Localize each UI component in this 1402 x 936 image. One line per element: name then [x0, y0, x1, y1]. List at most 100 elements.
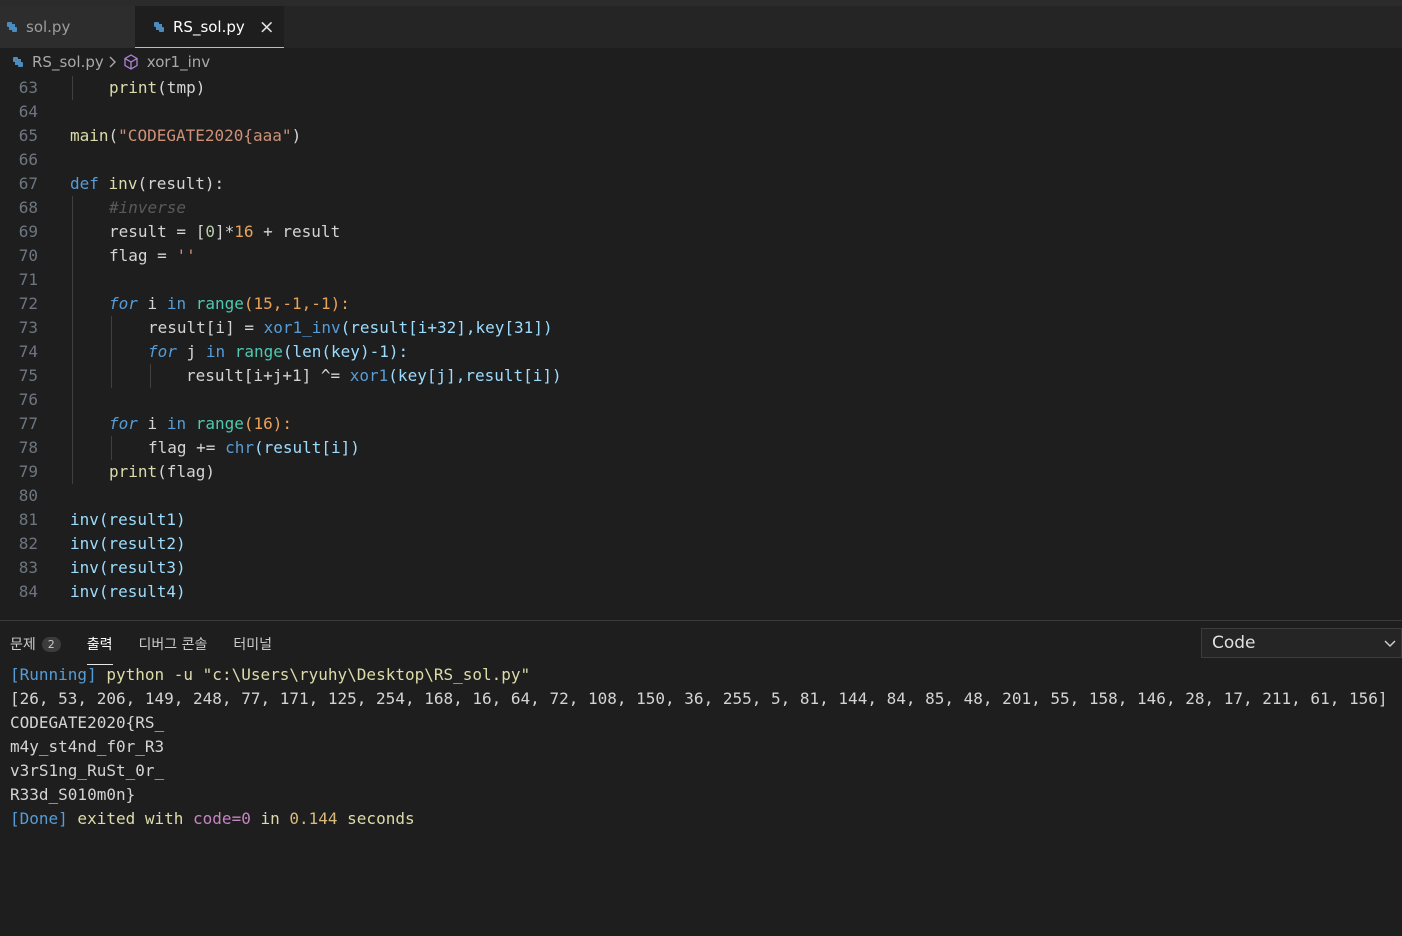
code-token: def — [70, 174, 99, 193]
tab-label: sol.py — [26, 18, 71, 36]
line-number: 75 — [18, 366, 38, 385]
output-line: v3rS1ng_RuSt_0r_ — [10, 761, 165, 780]
python-file-icon — [154, 21, 164, 32]
code-token: range — [225, 342, 283, 361]
breadcrumb-file[interactable]: RS_sol.py — [32, 53, 104, 71]
line-number: 82 — [18, 534, 38, 553]
code-token: xor1 — [349, 366, 389, 385]
output-line: [Running] python -u "c:\Users\ryuhy\Desk… — [10, 663, 530, 687]
panel-tabs: 문제 2 출력 디버그 콘솔 터미널 — [10, 629, 298, 665]
output-text: exited with — [67, 809, 194, 828]
tab-rs-sol-py[interactable]: RS_sol.py × — [135, 6, 284, 48]
output-text: seconds — [337, 809, 415, 828]
code-token: (len(key)-1): — [282, 342, 409, 361]
code-line: 63 print(tmp) — [0, 76, 1402, 100]
code-token: print — [109, 78, 158, 97]
breadcrumb: RS_sol.py xor1_inv — [0, 48, 1402, 76]
code-token: j — [176, 342, 206, 361]
code-token: (result[i]) — [253, 438, 360, 457]
code-line: 70 flag = '' — [0, 244, 1402, 268]
line-number: 73 — [18, 318, 38, 337]
output-line: m4y_st4nd_f0r_R3 — [10, 737, 165, 756]
tab-problems[interactable]: 문제 2 — [10, 629, 61, 659]
code-editor[interactable]: 63 print(tmp) 64 65 main("CODEGATE2020{aaa… — [0, 76, 1402, 620]
code-line: 65 main("CODEGATE2020{aaa") — [0, 124, 1402, 148]
code-token: xor1_inv — [263, 318, 341, 337]
output-text: 0.144 — [289, 809, 338, 828]
code-token: inv(result1) — [70, 510, 186, 529]
code-line: 72 for i in range(15,-1,-1): — [0, 292, 1402, 316]
line-number: 72 — [18, 294, 38, 313]
code-line: 77 for i in range(16): — [0, 412, 1402, 436]
python-file-icon — [7, 22, 17, 32]
editor-tab-bar: sol.py RS_sol.py × — [0, 6, 1402, 48]
code-token: for — [109, 414, 138, 433]
code-token: print — [109, 462, 158, 481]
tab-label: 문제 — [10, 637, 36, 653]
line-number: 69 — [18, 222, 38, 241]
code-token: main — [70, 126, 109, 145]
output-text: python -u — [96, 665, 203, 684]
code-line: 66 — [0, 148, 1402, 172]
tab-sol-py[interactable]: sol.py — [0, 6, 135, 48]
running-tag: [Running] — [10, 665, 97, 684]
code-token: in — [166, 414, 187, 433]
output-text: "c:\Users\ryuhy\Desktop\RS_sol.py" — [202, 665, 531, 684]
code-token: for — [148, 342, 177, 361]
code-token: result[i] = — [148, 318, 264, 337]
code-line: 83 inv(result3) — [0, 556, 1402, 580]
line-number: 64 — [18, 102, 38, 121]
code-token: inv(result2) — [70, 534, 186, 553]
done-tag: [Done] — [10, 809, 68, 828]
code-token: (result[i+32],key[31]) — [340, 318, 553, 337]
code-line: 64 — [0, 100, 1402, 124]
code-token: 0 — [205, 222, 215, 241]
output-line: R33d_S010m0n} — [10, 785, 136, 804]
line-number: 78 — [18, 438, 38, 457]
code-token: (tmp) — [157, 78, 206, 97]
chevron-down-icon — [1384, 640, 1396, 648]
code-token: chr — [225, 438, 254, 457]
code-token: '' — [176, 246, 196, 265]
breadcrumb-symbol[interactable]: xor1_inv — [147, 53, 210, 71]
tab-output[interactable]: 출력 — [86, 629, 113, 665]
code-line: 79 print(flag) — [0, 460, 1402, 484]
tab-label: 출력 — [86, 637, 113, 653]
tab-debug-console[interactable]: 디버그 콘솔 — [139, 629, 208, 659]
code-token: i — [137, 414, 167, 433]
line-number: 68 — [18, 198, 38, 217]
code-token: result[i+j+1] ^= — [186, 366, 350, 385]
code-token: "CODEGATE2020{aaa" — [118, 126, 292, 145]
code-token: range — [186, 414, 244, 433]
line-number: 77 — [18, 414, 38, 433]
code-token: in — [166, 294, 187, 313]
line-number: 79 — [18, 462, 38, 481]
code-line: 74 for j in range(len(key)-1): — [0, 340, 1402, 364]
line-number: 81 — [18, 510, 38, 529]
line-number: 65 — [18, 126, 38, 145]
code-token: + result — [253, 222, 341, 241]
code-token: i — [137, 294, 167, 313]
code-token: flag = — [109, 246, 177, 265]
chevron-right-icon — [109, 56, 116, 68]
code-token: ]* — [214, 222, 235, 241]
output-line: CODEGATE2020{RS_ — [10, 713, 165, 732]
code-comment: #inverse — [109, 198, 187, 217]
code-token: for — [109, 294, 138, 313]
output-channel-select[interactable]: Code — [1201, 628, 1402, 658]
line-number: 76 — [18, 390, 38, 409]
code-line: 82 inv(result2) — [0, 532, 1402, 556]
line-number: 66 — [18, 150, 38, 169]
line-number: 71 — [18, 270, 38, 289]
tab-terminal[interactable]: 터미널 — [233, 629, 272, 659]
close-icon[interactable]: × — [259, 16, 275, 38]
code-line: 81 inv(result1) — [0, 508, 1402, 532]
code-line: 69 result = [0]*16 + result — [0, 220, 1402, 244]
line-number: 80 — [18, 486, 38, 505]
code-token: (result): — [137, 174, 225, 193]
cube-symbol-icon — [124, 54, 138, 70]
select-value: Code — [1212, 633, 1256, 653]
line-number: 67 — [18, 174, 38, 193]
code-token: flag += — [148, 438, 226, 457]
code-token: 16 — [234, 222, 254, 241]
